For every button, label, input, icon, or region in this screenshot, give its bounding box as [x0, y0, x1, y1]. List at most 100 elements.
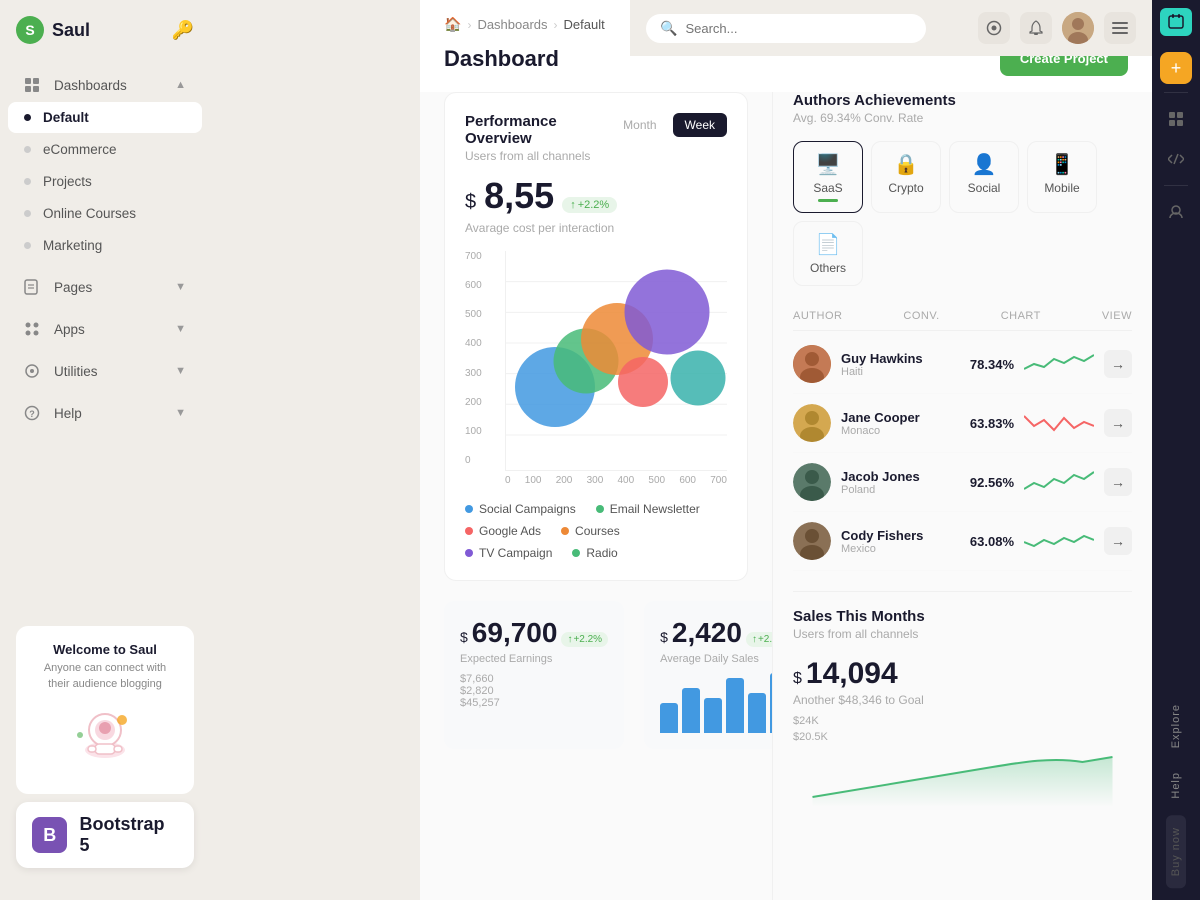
- cat-label-others: Others: [810, 261, 846, 275]
- nav-dashboards-section: Dashboards ▲ Default eCommerce Projects …: [0, 64, 210, 266]
- chevron-down-icon: ▼: [175, 407, 186, 419]
- legend-googleads: Google Ads: [465, 524, 541, 538]
- sidebar-item-default-label: Default: [43, 110, 89, 125]
- cat-tab-crypto[interactable]: 🔒 Crypto: [871, 141, 941, 213]
- cat-tab-mobile[interactable]: 📱 Mobile: [1027, 141, 1097, 213]
- table-row: Cody Fishers Mexico 63.08% →: [793, 512, 1132, 571]
- chevron-down-icon: ▼: [175, 365, 186, 377]
- author-avatar-jane: [793, 404, 831, 442]
- search-box[interactable]: 🔍: [646, 14, 926, 43]
- sidebar-item-help[interactable]: ? Help ▼: [8, 397, 202, 429]
- topbar-icon-btn-1[interactable]: [978, 12, 1010, 44]
- author-view-btn-cody[interactable]: →: [1104, 527, 1132, 555]
- performance-title: Performance Overview: [465, 113, 611, 147]
- logo-arrow-icon: 🔑: [172, 20, 194, 41]
- social-icon: 👤: [972, 152, 997, 177]
- sidebar-item-online-courses[interactable]: Online Courses: [8, 198, 202, 229]
- right-vertical-panel: + Explore Help Buy now: [1152, 0, 1200, 900]
- sidebar-item-utilities-label: Utilities: [54, 364, 98, 379]
- explore-label[interactable]: Explore: [1170, 692, 1182, 760]
- buy-now-label[interactable]: Buy now: [1166, 815, 1186, 888]
- sidebar-item-projects[interactable]: Projects: [8, 166, 202, 197]
- bubble-tv: [625, 270, 710, 355]
- topbar-notifications-btn[interactable]: [1020, 12, 1052, 44]
- authors-subtitle: Avg. 69.34% Conv. Rate: [793, 111, 1132, 125]
- sidebar-item-help-label: Help: [54, 406, 82, 421]
- cat-tab-others[interactable]: 📄 Others: [793, 221, 863, 286]
- dot-icon: [24, 178, 31, 185]
- mini-bar-4: [726, 678, 744, 733]
- search-input[interactable]: [685, 21, 912, 36]
- panel-divider-1: [1164, 92, 1188, 93]
- panel-divider-2: [1164, 185, 1188, 186]
- breadcrumb-sep-1: ›: [467, 18, 471, 32]
- author-info-guy: Guy Hawkins Haiti: [841, 351, 954, 378]
- sidebar-item-ecommerce[interactable]: eCommerce: [8, 134, 202, 165]
- sidebar-item-ecommerce-label: eCommerce: [43, 142, 117, 157]
- dot-icon: [24, 146, 31, 153]
- question-icon: ?: [24, 405, 44, 421]
- breadcrumb-sep-2: ›: [554, 18, 558, 32]
- app-name: Saul: [52, 20, 90, 41]
- sales-dollar: $: [793, 670, 802, 688]
- page-title: Dashboard: [444, 46, 559, 72]
- sidebar-item-apps-label: Apps: [54, 322, 85, 337]
- legend-courses: Courses: [561, 524, 620, 538]
- panel-add-button[interactable]: +: [1160, 52, 1192, 84]
- nav-pages-section: Pages ▼: [0, 266, 210, 308]
- main-wrapper: 🔍 🏠 ›: [420, 0, 1152, 900]
- author-view-btn-jane[interactable]: →: [1104, 409, 1132, 437]
- table-row: Jane Cooper Monaco 63.83% →: [793, 394, 1132, 453]
- metric-number: 8,55: [484, 175, 554, 217]
- sales-value-row: $ 14,094: [793, 657, 1132, 691]
- sidebar-item-marketing[interactable]: Marketing: [8, 230, 202, 261]
- author-view-btn-guy[interactable]: →: [1104, 350, 1132, 378]
- content-body: Performance Overview Users from all chan…: [420, 92, 1152, 900]
- legend-dot-google: [465, 527, 473, 535]
- legend-email: Email Newsletter: [596, 502, 700, 516]
- sales-subtitle: Users from all channels: [793, 627, 1132, 641]
- left-panel: Performance Overview Users from all chan…: [420, 92, 772, 900]
- legend-dot-social: [465, 505, 473, 513]
- author-location-jacob: Poland: [841, 484, 954, 496]
- right-panel-content: Authors Achievements Avg. 69.34% Conv. R…: [772, 92, 1152, 900]
- search-icon: 🔍: [660, 20, 677, 37]
- crypto-icon: 🔒: [894, 152, 919, 177]
- bubble-radio: [671, 351, 726, 406]
- panel-icon-grid[interactable]: [1158, 101, 1194, 137]
- chevron-up-icon: ▲: [175, 79, 186, 91]
- mini-bar-1: [660, 703, 678, 733]
- bootstrap-icon: B: [32, 817, 67, 853]
- sidebar-item-pages[interactable]: Pages ▼: [8, 271, 202, 303]
- authors-section: Authors Achievements Avg. 69.34% Conv. R…: [793, 92, 1132, 571]
- breadcrumb-home-icon: 🏠: [444, 16, 461, 33]
- author-conv-cody: 63.08%: [964, 534, 1014, 549]
- user-avatar[interactable]: [1062, 12, 1094, 44]
- sales-section: Sales This Months Users from all channel…: [793, 591, 1132, 812]
- tab-week[interactable]: Week: [673, 113, 727, 137]
- sidebar-item-utilities[interactable]: Utilities ▼: [8, 355, 202, 387]
- topbar-menu-btn[interactable]: [1104, 12, 1136, 44]
- author-avatar-guy: [793, 345, 831, 383]
- sales-goal: Another $48,346 to Goal: [793, 693, 1132, 707]
- sidebar-item-default[interactable]: Default: [8, 102, 202, 133]
- sidebar-item-apps[interactable]: Apps ▼: [8, 313, 202, 345]
- sidebar-item-dashboards[interactable]: Dashboards ▲: [8, 69, 202, 101]
- author-conv-jane: 63.83%: [964, 416, 1014, 431]
- cat-label-saas: SaaS: [813, 181, 842, 195]
- author-view-btn-jacob[interactable]: →: [1104, 468, 1132, 496]
- bubble-googleads: [618, 357, 668, 407]
- sidebar-logo: S Saul 🔑: [0, 16, 210, 64]
- dot-icon: [24, 210, 31, 217]
- tab-month[interactable]: Month: [611, 113, 668, 137]
- cat-tab-social[interactable]: 👤 Social: [949, 141, 1019, 213]
- panel-icon-code[interactable]: [1158, 141, 1194, 177]
- cat-tab-saas[interactable]: 🖥️ SaaS: [793, 141, 863, 213]
- panel-icon-user[interactable]: [1158, 194, 1194, 230]
- grid-icon: [24, 77, 44, 93]
- content-area: 🏠 › Dashboards › Default Dashboard Creat…: [420, 0, 1152, 900]
- bootstrap-label: Bootstrap 5: [79, 814, 178, 856]
- help-label[interactable]: Help: [1170, 760, 1182, 811]
- active-indicator: [818, 199, 838, 202]
- breadcrumb-dashboards[interactable]: Dashboards: [477, 17, 547, 32]
